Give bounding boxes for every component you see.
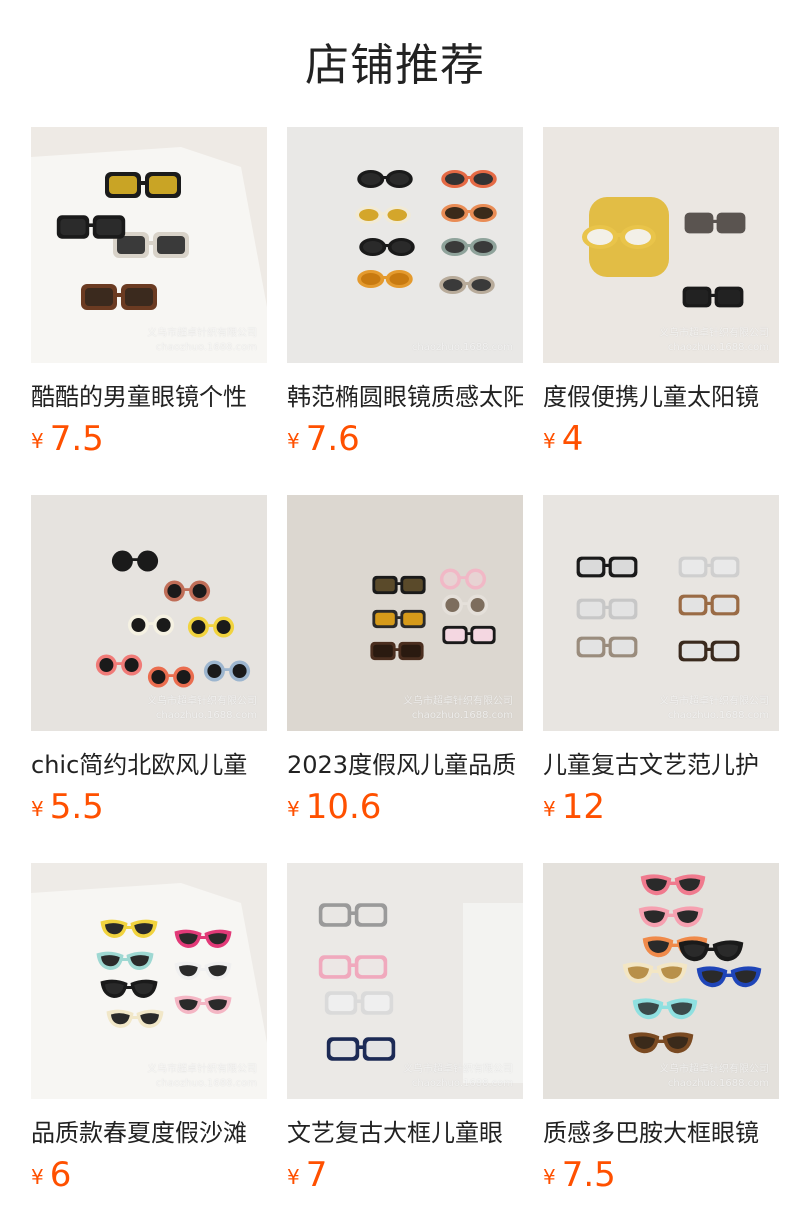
currency-symbol: ¥	[287, 1165, 300, 1189]
shop-recommend-page: 店铺推荐 义乌市超卓针织有限公司 chaozhuo.1688.com 酷酷的男童眼…	[0, 0, 790, 1232]
watermark-url: chaozhuo.1688.com	[411, 710, 513, 721]
watermark-url: chaozhuo.1688.com	[155, 1078, 257, 1089]
watermark-company: 义乌市超卓针织有限公司	[659, 1064, 769, 1075]
currency-symbol: ¥	[287, 797, 300, 821]
watermark-url: chaozhuo.1688.com	[667, 342, 769, 353]
product-price: ¥12	[543, 787, 779, 827]
watermark-url: chaozhuo.1688.com	[667, 1078, 769, 1089]
watermark-company: 义乌市超卓针织有限公司	[403, 1064, 513, 1075]
price-amount: 12	[561, 787, 605, 827]
product-grid: 义乌市超卓针织有限公司 chaozhuo.1688.com 酷酷的男童眼镜个性 ¥…	[31, 127, 781, 1231]
currency-symbol: ¥	[31, 429, 44, 453]
price-amount: 6	[49, 1155, 72, 1195]
product-name[interactable]: 质感多巴胺大框眼镜	[543, 1117, 779, 1149]
product-price: ¥7.6	[287, 419, 523, 459]
product-card[interactable]: 义乌市超卓针织有限公司 chaozhuo.1688.com 文艺复古大框儿童眼 ¥…	[287, 863, 523, 1231]
currency-symbol: ¥	[543, 1165, 556, 1189]
product-name[interactable]: chic简约北欧风儿童	[31, 749, 267, 781]
product-image[interactable]: 义乌市超卓针织有限公司 chaozhuo.1688.com	[31, 495, 267, 731]
product-card[interactable]: 义乌市超卓针织有限公司 chaozhuo.1688.com 品质款春夏度假沙滩 ¥…	[31, 863, 267, 1231]
watermark-company: 义乌市超卓针织有限公司	[147, 1064, 257, 1075]
product-card[interactable]: chaozhuo.1688.com 韩范椭圆眼镜质感太阳 ¥7.6	[287, 127, 523, 495]
magazine-prop	[463, 903, 523, 1083]
watermark: 义乌市超卓针织有限公司 chaozhuo.1688.com	[147, 1063, 257, 1091]
product-price: ¥6	[31, 1155, 267, 1195]
product-name[interactable]: 韩范椭圆眼镜质感太阳	[287, 381, 523, 413]
watermark: 义乌市超卓针织有限公司 chaozhuo.1688.com	[659, 695, 769, 723]
product-card[interactable]: 义乌市超卓针织有限公司 chaozhuo.1688.com 2023度假风儿童品质…	[287, 495, 523, 863]
currency-symbol: ¥	[287, 429, 300, 453]
product-name[interactable]: 酷酷的男童眼镜个性	[31, 381, 267, 413]
product-image[interactable]: 义乌市超卓针织有限公司 chaozhuo.1688.com	[287, 495, 523, 731]
price-amount: 10.6	[305, 787, 382, 827]
product-price: ¥5.5	[31, 787, 267, 827]
product-name[interactable]: 2023度假风儿童品质	[287, 749, 523, 781]
watermark-company: 义乌市超卓针织有限公司	[659, 328, 769, 339]
product-image[interactable]: 义乌市超卓针织有限公司 chaozhuo.1688.com	[543, 495, 779, 731]
watermark-url: chaozhuo.1688.com	[411, 342, 513, 353]
product-name[interactable]: 文艺复古大框儿童眼	[287, 1117, 523, 1149]
product-card[interactable]: 义乌市超卓针织有限公司 chaozhuo.1688.com 质感多巴胺大框眼镜 ¥…	[543, 863, 779, 1231]
product-name[interactable]: 儿童复古文艺范儿护	[543, 749, 779, 781]
product-image[interactable]: 义乌市超卓针织有限公司 chaozhuo.1688.com	[31, 127, 267, 363]
product-card[interactable]: 义乌市超卓针织有限公司 chaozhuo.1688.com chic简约北欧风儿童…	[31, 495, 267, 863]
currency-symbol: ¥	[543, 797, 556, 821]
watermark: 义乌市超卓针织有限公司 chaozhuo.1688.com	[403, 695, 513, 723]
watermark: 义乌市超卓针织有限公司 chaozhuo.1688.com	[147, 327, 257, 355]
watermark: 义乌市超卓针织有限公司 chaozhuo.1688.com	[659, 327, 769, 355]
currency-symbol: ¥	[31, 1165, 44, 1189]
product-image[interactable]: 义乌市超卓针织有限公司 chaozhuo.1688.com	[31, 863, 267, 1099]
price-amount: 7.5	[49, 419, 104, 459]
product-card[interactable]: 义乌市超卓针织有限公司 chaozhuo.1688.com 度假便携儿童太阳镜 ¥…	[543, 127, 779, 495]
watermark-url: chaozhuo.1688.com	[155, 710, 257, 721]
product-card[interactable]: 义乌市超卓针织有限公司 chaozhuo.1688.com 儿童复古文艺范儿护 ¥…	[543, 495, 779, 863]
currency-symbol: ¥	[543, 429, 556, 453]
watermark: chaozhuo.1688.com	[412, 341, 513, 355]
section-title: 店铺推荐	[305, 40, 485, 91]
product-name[interactable]: 度假便携儿童太阳镜	[543, 381, 779, 413]
product-image[interactable]: 义乌市超卓针织有限公司 chaozhuo.1688.com	[543, 127, 779, 363]
product-image[interactable]: 义乌市超卓针织有限公司 chaozhuo.1688.com	[543, 863, 779, 1099]
watermark-company: 义乌市超卓针织有限公司	[147, 696, 257, 707]
product-image[interactable]: 义乌市超卓针织有限公司 chaozhuo.1688.com	[287, 863, 523, 1099]
watermark-company: 义乌市超卓针织有限公司	[147, 328, 257, 339]
product-name[interactable]: 品质款春夏度假沙滩	[31, 1117, 267, 1149]
watermark: 义乌市超卓针织有限公司 chaozhuo.1688.com	[659, 1063, 769, 1091]
watermark: 义乌市超卓针织有限公司 chaozhuo.1688.com	[147, 695, 257, 723]
watermark-url: chaozhuo.1688.com	[155, 342, 257, 353]
product-image[interactable]: chaozhuo.1688.com	[287, 127, 523, 363]
watermark-company: 义乌市超卓针织有限公司	[403, 696, 513, 707]
watermark: 义乌市超卓针织有限公司 chaozhuo.1688.com	[403, 1063, 513, 1091]
product-photo	[287, 127, 523, 363]
watermark-url: chaozhuo.1688.com	[667, 710, 769, 721]
currency-symbol: ¥	[31, 797, 44, 821]
price-amount: 4	[561, 419, 584, 459]
product-price: ¥7	[287, 1155, 523, 1195]
product-price: ¥7.5	[31, 419, 267, 459]
product-card[interactable]: 义乌市超卓针织有限公司 chaozhuo.1688.com 酷酷的男童眼镜个性 ¥…	[31, 127, 267, 495]
price-amount: 7.6	[305, 419, 360, 459]
product-price: ¥7.5	[543, 1155, 779, 1195]
price-amount: 5.5	[49, 787, 104, 827]
watermark-company: 义乌市超卓针织有限公司	[659, 696, 769, 707]
watermark-url: chaozhuo.1688.com	[411, 1078, 513, 1089]
price-amount: 7	[305, 1155, 328, 1195]
price-amount: 7.5	[561, 1155, 616, 1195]
product-price: ¥4	[543, 419, 779, 459]
product-price: ¥10.6	[287, 787, 523, 827]
